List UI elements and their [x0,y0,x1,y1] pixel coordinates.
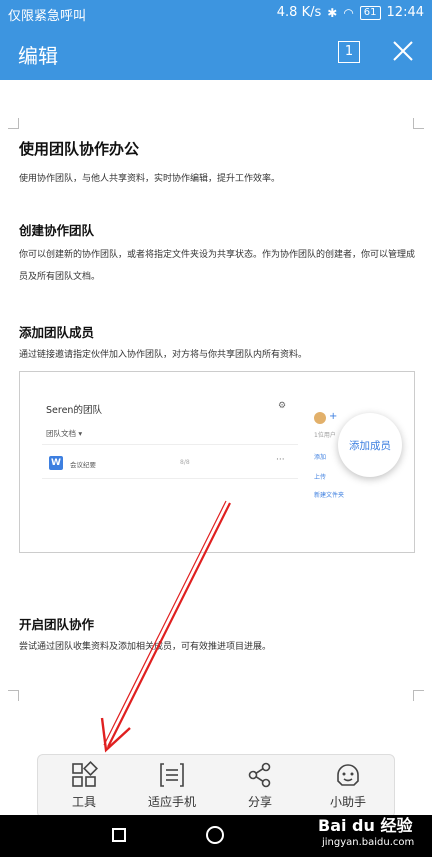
figure-side-item: 上传 [314,474,327,481]
figure-file-row: W 会议纪要 8/8 ··· [42,452,298,479]
assistant-icon [337,764,359,786]
share-label: 分享 [247,795,272,809]
recents-button[interactable] [112,828,126,842]
section-paragraph: 通过链接邀请指定伙伴加入协作团队，对方将与你共享团队内所有资料。 [19,350,308,360]
intro-paragraph: 使用协作团队，与他人共享资料，实时协作编辑，提升工作效率。 [19,174,281,184]
battery-icon: 61 [359,5,381,20]
margin-corner [413,690,424,701]
network-speed: 4.8 K/s [276,5,322,20]
wifi-icon: ◠ [343,5,354,20]
section-paragraph: 你可以创建新的协作团队，或者将指定文件夹设为共享状态。作为协作团队的创建者，你可… [19,250,416,282]
settings-icon: ⚙ [278,401,287,411]
fit-phone-icon [160,763,184,787]
margin-corner [8,118,19,129]
home-button[interactable] [206,826,224,844]
figure-bubble-label: 添加成员 [349,440,391,452]
document-heading: 使用团队协作办公 [19,140,140,158]
tools-grid-icon [72,761,98,787]
add-icon: + [329,411,338,422]
status-bar: 仅限紧急呼叫 4.8 K/s ✱ ◠ 61 12:44 [0,0,432,28]
tools-label: 工具 [71,795,96,809]
figure-side-item: 添加 [314,454,327,461]
figure-file-name: 会议纪要 [70,461,96,469]
watermark-brand: Bai du 经验 [318,816,413,835]
figure-tab-label: 团队文档 ▾ [46,429,83,438]
section-title: 添加团队成员 [19,325,95,340]
section-title: 创建协作团队 [19,223,95,238]
word-doc-icon: W [49,456,63,470]
share-button[interactable]: 分享 [220,761,300,810]
more-icon: ··· [276,455,285,465]
margin-corner [413,118,424,129]
assistant-label: 小助手 [329,795,366,809]
clock: 12:44 [386,5,424,20]
tools-button[interactable]: 工具 [44,761,124,810]
margin-corner [8,690,19,701]
divider [42,444,298,445]
status-icons: 4.8 K/s ✱ ◠ 61 12:44 [277,5,424,20]
page-title: 编辑 [18,44,58,68]
page-count-button[interactable]: 1 [338,41,360,63]
figure-file-date: 8/8 [180,459,190,466]
avatar [314,412,326,424]
section-paragraph: 尝试通过团队收集资料及添加相关成员，可有效推进项目进展。 [19,642,272,652]
figure-members-label: 1位用户 [314,432,336,439]
watermark-url: jingyan.baidu.com [322,837,415,848]
fit-phone-label: 适应手机 [147,795,196,809]
carrier-text: 仅限紧急呼叫 [8,9,87,24]
bottom-toolbar: 工具 适应手机 分享 小助手 [37,754,395,818]
team-screenshot-figure: Seren的团队 ⚙ 团队文档 ▾ W 会议纪要 8/8 ··· + 1位用户 … [19,371,415,553]
document-page[interactable]: 使用团队协作办公 使用协作团队，与他人共享资料，实时协作编辑，提升工作效率。 创… [0,80,432,750]
section-title: 开启团队协作 [19,617,95,632]
add-member-bubble: 添加成员 [338,413,402,477]
figure-side-item: 新建文件夹 [314,492,345,499]
app-bar: 编辑 1 [0,28,432,80]
close-icon[interactable] [390,38,416,64]
share-icon [248,762,271,788]
fit-phone-button[interactable]: 适应手机 [132,761,212,810]
assistant-button[interactable]: 小助手 [308,761,388,810]
bluetooth-icon: ✱ [327,5,338,20]
figure-team-name: Seren的团队 [46,405,102,416]
